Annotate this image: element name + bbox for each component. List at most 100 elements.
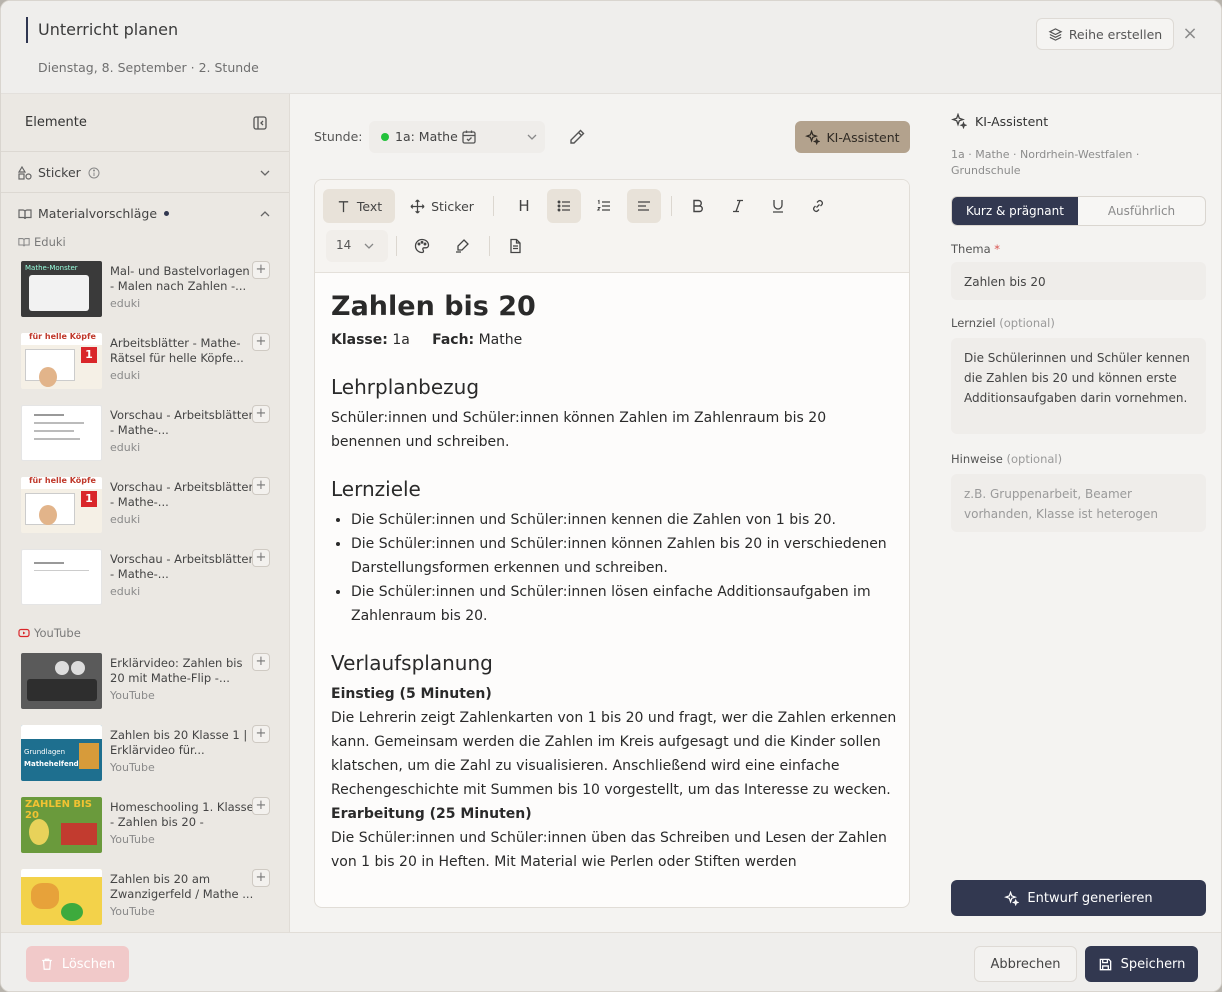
seg-long[interactable]: Ausführlich xyxy=(1078,197,1205,225)
create-series-button[interactable]: Reihe erstellen xyxy=(1036,18,1174,50)
einstieg-title: Einstieg (5 Minuten) xyxy=(331,686,492,702)
sidebar-header: Elemente xyxy=(1,94,289,152)
video-source: YouTube xyxy=(110,905,155,918)
close-icon[interactable]: × xyxy=(1181,23,1199,45)
ki-panel-header: KI-Assistent xyxy=(951,113,1048,129)
material-item[interactable]: Vorschau - Arbeitsblätter - Mathe-... ed… xyxy=(21,405,276,463)
generate-draft-button[interactable]: Entwurf generieren xyxy=(951,880,1206,916)
toolbar-divider xyxy=(396,236,397,256)
bullet-list-button[interactable] xyxy=(547,189,581,223)
material-thumbnail: für helle Köpfe 1 xyxy=(21,333,102,389)
add-video-button[interactable]: + xyxy=(252,725,270,743)
link-button[interactable] xyxy=(801,189,835,223)
toolbar-divider xyxy=(671,196,672,216)
video-item[interactable]: Zahlen bis 20 am Zwanzigerfeld / Mathe .… xyxy=(21,869,276,927)
video-source: YouTube xyxy=(110,761,155,774)
stunde-value: 1a: Mathe xyxy=(395,129,458,144)
ki-context: 1a · Mathe · Nordrhein-Westfalen · Grund… xyxy=(951,148,1140,177)
material-source: eduki xyxy=(110,441,141,454)
color-button[interactable] xyxy=(405,229,439,263)
page-format-button[interactable] xyxy=(498,229,532,263)
add-video-button[interactable]: + xyxy=(252,797,270,815)
highlight-button[interactable] xyxy=(445,229,479,263)
heading-button[interactable]: H xyxy=(507,189,541,223)
doc-meta: Klasse: 1a Fach: Mathe xyxy=(331,332,897,348)
lesson-dialog: Unterricht planen Dienstag, 8. September… xyxy=(0,0,1222,992)
stunde-select[interactable]: 1a: Mathe xyxy=(369,121,545,153)
text-mode-button[interactable]: Text xyxy=(323,189,395,223)
erarbeitung-text: Die Schüler:innen und Schüler:innen üben… xyxy=(331,830,887,870)
sidebar-item-materials[interactable]: Materialvorschläge xyxy=(1,193,289,234)
underline-button[interactable] xyxy=(761,189,795,223)
video-item[interactable]: ZAHLEN BIS 20 Homeschooling 1. Klasse - … xyxy=(21,797,276,855)
ki-assistant-panel: KI-Assistent 1a · Mathe · Nordrhein-West… xyxy=(935,94,1221,932)
eduki-label: Eduki xyxy=(34,235,66,249)
editor-area: Stunde: 1a: Mathe KI-Assistent Text Stic… xyxy=(290,94,935,932)
cancel-button[interactable]: Abbrechen xyxy=(974,946,1077,982)
lesson-title-input[interactable]: Unterricht planen xyxy=(38,20,178,39)
list-item: Die Schüler:innen und Schüler:innen könn… xyxy=(351,532,897,580)
material-item[interactable]: Vorschau - Arbeitsblätter - Mathe-... ed… xyxy=(21,549,276,607)
ki-panel-title: KI-Assistent xyxy=(975,113,1049,129)
add-video-button[interactable]: + xyxy=(252,653,270,671)
youtube-section-label: YouTube xyxy=(18,626,81,640)
ki-assistant-button[interactable]: KI-Assistent xyxy=(795,121,910,153)
sidebar-title: Elemente xyxy=(25,115,87,130)
chevron-down-icon xyxy=(362,239,376,253)
font-size-select[interactable]: 14 xyxy=(326,230,388,262)
delete-button[interactable]: Löschen xyxy=(26,946,129,982)
video-title: Erklärvideo: Zahlen bis 20 mit Mathe-Fli… xyxy=(110,656,243,685)
italic-button[interactable] xyxy=(721,189,755,223)
video-title: Homeschooling 1. Klasse - Zahlen bis 20 … xyxy=(110,800,254,829)
video-title: Zahlen bis 20 am Zwanzigerfeld / Mathe .… xyxy=(110,872,254,901)
book-open-icon xyxy=(18,236,30,248)
einstieg-text: Die Lehrerin zeigt Zahlenkarten von 1 bi… xyxy=(331,710,897,798)
add-material-button[interactable]: + xyxy=(252,549,270,567)
material-item[interactable]: für helle Köpfe 1 Arbeitsblätter - Mathe… xyxy=(21,333,276,391)
create-series-label: Reihe erstellen xyxy=(1068,26,1163,42)
numbered-list-button[interactable] xyxy=(587,189,621,223)
move-icon xyxy=(410,199,425,214)
text-mode-label: Text xyxy=(356,198,383,214)
lesson-date: Dienstag, 8. September · 2. Stunde xyxy=(38,60,259,75)
align-left-button[interactable] xyxy=(627,189,661,223)
heading-lehrplan: Lehrplanbezug xyxy=(331,375,480,399)
bold-button[interactable] xyxy=(681,189,715,223)
chevron-down-icon xyxy=(525,130,539,144)
rich-text-editor[interactable]: Text Sticker H 14 Zahlen bis 20 Klasse: … xyxy=(314,179,910,908)
lesson-document[interactable]: Zahlen bis 20 Klasse: 1a Fach: Mathe Leh… xyxy=(331,290,897,874)
add-material-button[interactable]: + xyxy=(252,477,270,495)
pencil-icon[interactable] xyxy=(568,128,586,146)
thema-input[interactable]: Zahlen bis 20 xyxy=(951,262,1206,300)
material-title: Vorschau - Arbeitsblätter - Mathe-... xyxy=(110,408,254,437)
list-item: Die Schüler:innen und Schüler:innen löse… xyxy=(351,580,897,628)
material-item[interactable]: Mathe-Monster Mal- und Bastelvorlagen - … xyxy=(21,261,276,319)
seg-short[interactable]: Kurz & prägnant xyxy=(952,197,1078,225)
chevron-up-icon xyxy=(258,207,272,221)
save-button[interactable]: Speichern xyxy=(1085,946,1198,982)
video-item[interactable]: Grundlagen Mathehelfende Zahlen bis 20 K… xyxy=(21,725,276,783)
new-indicator-dot xyxy=(164,211,170,216)
sparkles-icon xyxy=(1004,890,1020,906)
text-cursor xyxy=(26,17,28,43)
list-item: Die Schüler:innen und Schüler:innen kenn… xyxy=(351,508,897,532)
hinweise-textarea[interactable]: z.B. Gruppenarbeit, Beamer vorhanden, Kl… xyxy=(951,474,1206,532)
lernziel-textarea[interactable]: Die Schülerinnen und Schüler kennen die … xyxy=(951,338,1206,434)
lehrplan-text: Schüler:innen und Schüler:innen können Z… xyxy=(331,410,827,450)
sidebar-item-sticker[interactable]: Sticker xyxy=(1,152,289,193)
video-source: YouTube xyxy=(110,689,155,702)
add-video-button[interactable]: + xyxy=(252,869,270,887)
collapse-sidebar-icon[interactable] xyxy=(252,115,268,131)
add-material-button[interactable]: + xyxy=(252,405,270,423)
add-material-button[interactable]: + xyxy=(252,333,270,351)
font-size-value: 14 xyxy=(336,238,352,252)
sticker-mode-button[interactable]: Sticker xyxy=(401,189,483,223)
material-item[interactable]: für helle Köpfe 1 Vorschau - Arbeitsblät… xyxy=(21,477,276,535)
heading-lernziele: Lernziele xyxy=(331,477,421,501)
material-thumbnail: für helle Köpfe 1 xyxy=(21,477,102,533)
material-title: Arbeitsblätter - Mathe-Rätsel für helle … xyxy=(110,336,244,365)
lernziele-list: Die Schüler:innen und Schüler:innen kenn… xyxy=(331,508,897,628)
video-item[interactable]: Erklärvideo: Zahlen bis 20 mit Mathe-Fli… xyxy=(21,653,276,711)
thema-label: Thema * xyxy=(951,242,1001,256)
add-material-button[interactable]: + xyxy=(252,261,270,279)
